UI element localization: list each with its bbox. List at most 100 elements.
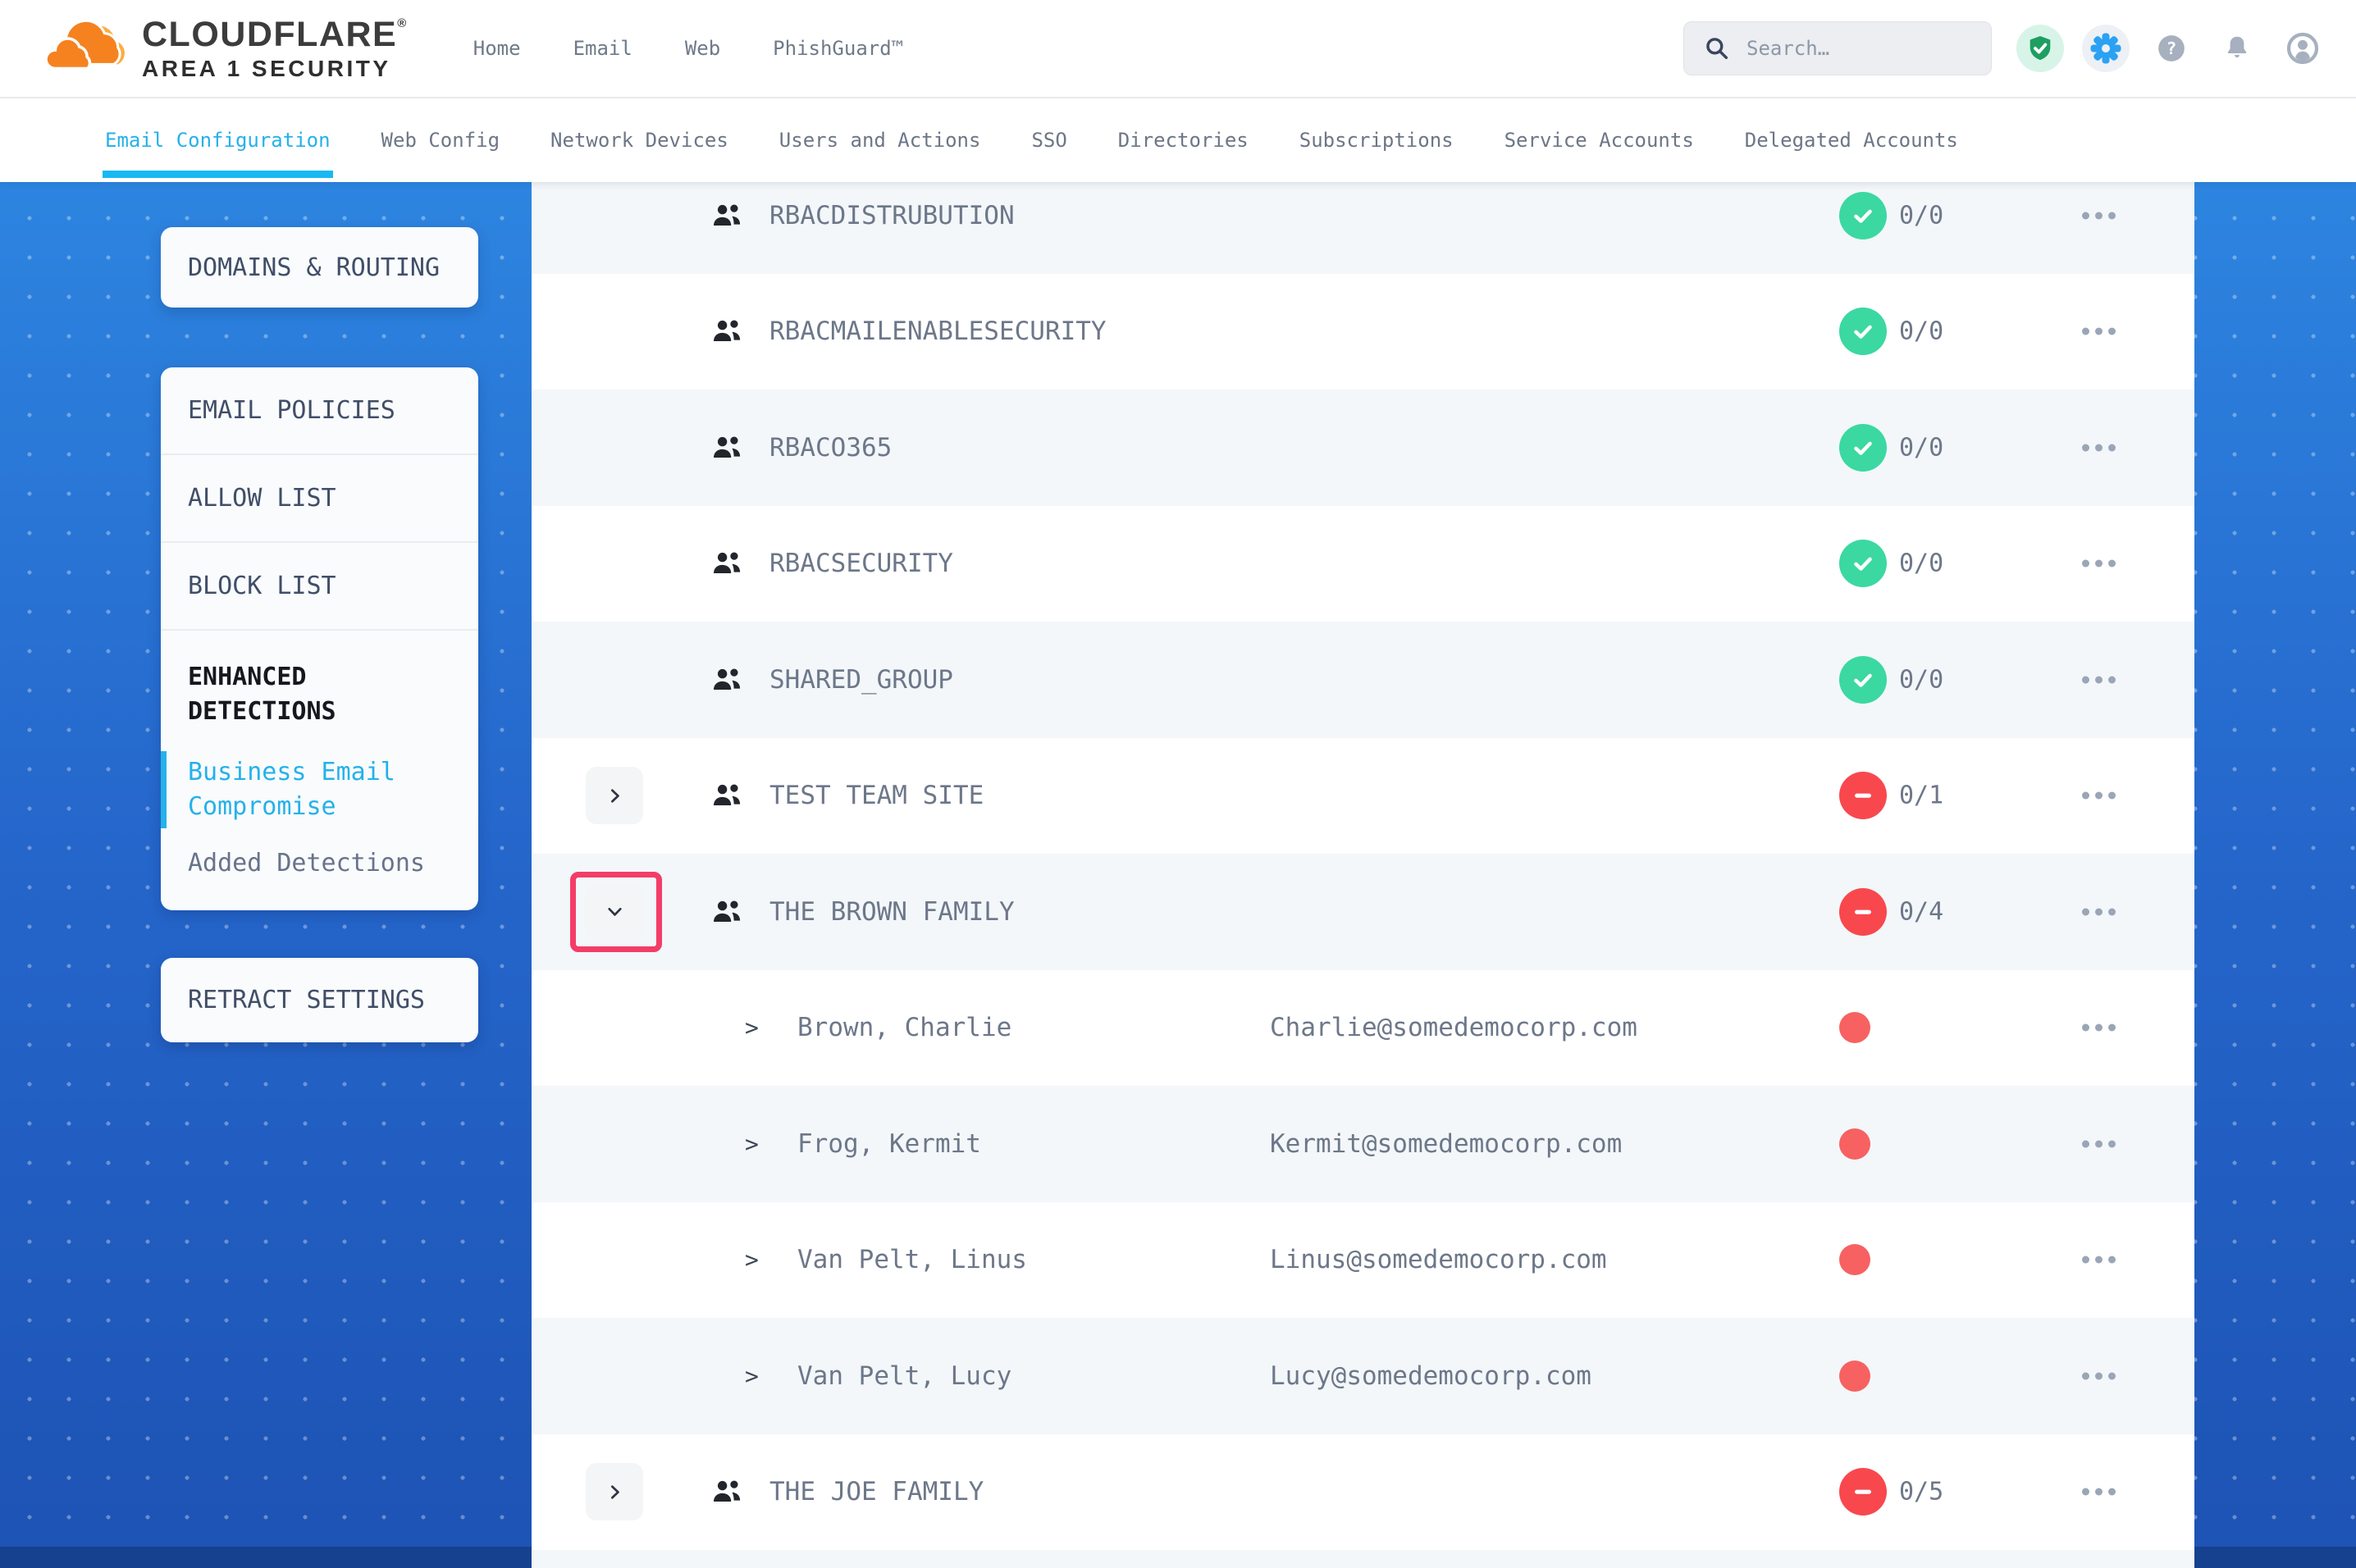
nav-item-phishguard[interactable]: PhishGuard™ bbox=[773, 37, 903, 60]
chevron-right-icon bbox=[605, 1482, 625, 1502]
check-icon bbox=[1849, 434, 1877, 462]
chevron-right-icon[interactable]: > bbox=[745, 1130, 759, 1157]
minus-icon bbox=[1849, 782, 1877, 809]
sidebar-item-block-list[interactable]: BLOCK LIST bbox=[161, 541, 478, 629]
member-name: Van Pelt, Linus bbox=[797, 1245, 1027, 1274]
expand-button[interactable] bbox=[586, 1463, 643, 1520]
help-icon[interactable]: ? bbox=[2148, 25, 2195, 72]
member-row: >Van Pelt, LinusLinus@somedemocorp.com bbox=[532, 1202, 2194, 1319]
row-stripe-partial bbox=[532, 1550, 2194, 1568]
member-name: Van Pelt, Lucy bbox=[797, 1361, 1011, 1391]
group-name: TEST TEAM SITE bbox=[769, 781, 984, 810]
tab-network-devices[interactable]: Network Devices bbox=[550, 98, 728, 182]
group-icon bbox=[710, 317, 743, 345]
shield-check-icon[interactable] bbox=[2016, 25, 2064, 72]
minus-icon bbox=[1849, 898, 1877, 926]
row-menu-button[interactable] bbox=[2072, 212, 2125, 219]
status-dot bbox=[1839, 1012, 1870, 1043]
brand-subtitle: AREA 1 SECURITY bbox=[142, 57, 408, 80]
tab-web-config[interactable]: Web Config bbox=[381, 98, 500, 182]
group-row: RBACDISTRUBUTION 0/0 bbox=[532, 182, 2194, 274]
row-menu-button[interactable] bbox=[2072, 1372, 2125, 1379]
member-row: > Van Pelt, Lucy Lucy@somedemocorp.com bbox=[532, 1318, 2194, 1434]
row-menu-button[interactable] bbox=[2072, 444, 2125, 451]
group-row: THE BROWN FAMILY0/4 bbox=[532, 854, 2194, 970]
tab-service-accounts[interactable]: Service Accounts bbox=[1504, 98, 1694, 182]
group-icon bbox=[710, 434, 743, 462]
chevron-right-icon[interactable]: > bbox=[745, 1014, 759, 1042]
sidebar-item-email-policies[interactable]: EMAIL POLICIES bbox=[161, 367, 478, 454]
tabs-bar: Email Configuration Web Config Network Dev… bbox=[0, 98, 2356, 182]
expand-button[interactable] bbox=[586, 767, 643, 824]
row-menu-button[interactable] bbox=[2072, 1256, 2125, 1264]
tab-subscriptions[interactable]: Subscriptions bbox=[1299, 98, 1454, 182]
member-row: > Frog, Kermit Kermit@somedemocorp.com bbox=[532, 1086, 2194, 1202]
check-icon bbox=[1849, 202, 1877, 230]
nav-item-home[interactable]: Home bbox=[473, 37, 521, 60]
group-row: RBACO3650/0 bbox=[532, 390, 2194, 506]
group-row: RBACSECURITY0/0 bbox=[532, 506, 2194, 622]
row-menu-button[interactable] bbox=[2072, 328, 2125, 335]
tab-email-configuration[interactable]: Email Configuration bbox=[105, 98, 331, 182]
member-email: Lucy@somedemocorp.com bbox=[1270, 1361, 1591, 1391]
nav-item-email[interactable]: Email bbox=[573, 37, 632, 60]
tab-sso[interactable]: SSO bbox=[1031, 98, 1066, 182]
settings-gear-icon[interactable] bbox=[2082, 25, 2130, 72]
member-row: >Brown, CharlieCharlie@somedemocorp.com bbox=[532, 970, 2194, 1087]
tab-users-and-actions[interactable]: Users and Actions bbox=[779, 98, 981, 182]
tab-delegated-accounts[interactable]: Delegated Accounts bbox=[1745, 98, 1958, 182]
chevron-right-icon bbox=[605, 786, 625, 806]
status-badge-blocked bbox=[1839, 772, 1887, 819]
minus-icon bbox=[1849, 1478, 1877, 1506]
row-menu-button[interactable] bbox=[2072, 908, 2125, 915]
sidebar-card-0: DOMAINS & ROUTING bbox=[161, 227, 478, 308]
group-icon bbox=[710, 782, 743, 809]
expand-button[interactable] bbox=[586, 883, 643, 941]
status-dot bbox=[1839, 1361, 1870, 1392]
member-count: 0/5 bbox=[1899, 1478, 1943, 1506]
member-count: 0/0 bbox=[1899, 665, 1943, 694]
sidebar-item-domains-routing[interactable]: DOMAINS & ROUTING bbox=[161, 253, 467, 282]
group-row: THE JOE FAMILY0/5 bbox=[532, 1434, 2194, 1551]
member-count: 0/0 bbox=[1899, 317, 1943, 346]
nav-item-web[interactable]: Web bbox=[685, 37, 720, 60]
cloudflare-logo-icon bbox=[45, 12, 129, 84]
search-box[interactable]: Search… bbox=[1683, 21, 1992, 75]
group-icon bbox=[710, 666, 743, 694]
group-icon bbox=[710, 898, 743, 926]
group-icon bbox=[710, 202, 743, 230]
notifications-bell-icon[interactable] bbox=[2213, 25, 2261, 72]
member-email: Kermit@somedemocorp.com bbox=[1270, 1129, 1622, 1159]
group-row: RBACMAILENABLESECURITY0/0 bbox=[532, 274, 2194, 390]
row-menu-button[interactable] bbox=[2072, 676, 2125, 683]
svg-text:?: ? bbox=[2167, 39, 2177, 58]
tab-directories[interactable]: Directories bbox=[1118, 98, 1249, 182]
chevron-right-icon[interactable]: > bbox=[745, 1247, 759, 1274]
group-name: RBACDISTRUBUTION bbox=[769, 201, 1015, 230]
group-name: SHARED_GROUP bbox=[769, 665, 953, 695]
header-actions: Search… bbox=[1683, 21, 2356, 75]
group-icon bbox=[710, 549, 743, 577]
member-count: 0/0 bbox=[1899, 201, 1943, 230]
sidebar-card-1: EMAIL POLICIESALLOW LISTBLOCK LISTENHANC… bbox=[161, 367, 478, 910]
main-area: DOMAINS & ROUTING EMAIL POLICIESALLOW LIS… bbox=[0, 182, 2356, 1568]
sidebar-item-added-detections[interactable]: Added Detections bbox=[161, 849, 478, 910]
row-menu-button[interactable] bbox=[2072, 1140, 2125, 1147]
sidebar-item-retract-settings[interactable]: RETRACT SETTINGS bbox=[161, 986, 452, 1014]
sidebar-item-enhanced-detections[interactable]: ENHANCED DETECTIONS bbox=[161, 629, 478, 729]
content-panel: RBACDISTRUBUTION0/0RBACMAILENABLESECURIT… bbox=[532, 182, 2194, 1568]
member-email: Charlie@somedemocorp.com bbox=[1270, 1013, 1637, 1042]
row-menu-button[interactable] bbox=[2072, 792, 2125, 800]
row-menu-button[interactable] bbox=[2072, 1488, 2125, 1496]
sidebar-item-business-email-compromise[interactable]: Business Email Compromise bbox=[161, 755, 478, 824]
row-menu-button[interactable] bbox=[2072, 560, 2125, 567]
chevron-right-icon[interactable]: > bbox=[745, 1362, 759, 1389]
group-name: RBACO365 bbox=[769, 433, 892, 463]
search-placeholder: Search… bbox=[1746, 37, 1829, 60]
brand-logo[interactable]: CLOUDFLARE® AREA 1 SECURITY bbox=[45, 12, 408, 84]
account-person-icon[interactable] bbox=[2279, 25, 2326, 72]
row-menu-button[interactable] bbox=[2072, 1024, 2125, 1032]
check-icon bbox=[1849, 666, 1877, 694]
sidebar-item-allow-list[interactable]: ALLOW LIST bbox=[161, 454, 478, 541]
member-name: Frog, Kermit bbox=[797, 1129, 981, 1159]
